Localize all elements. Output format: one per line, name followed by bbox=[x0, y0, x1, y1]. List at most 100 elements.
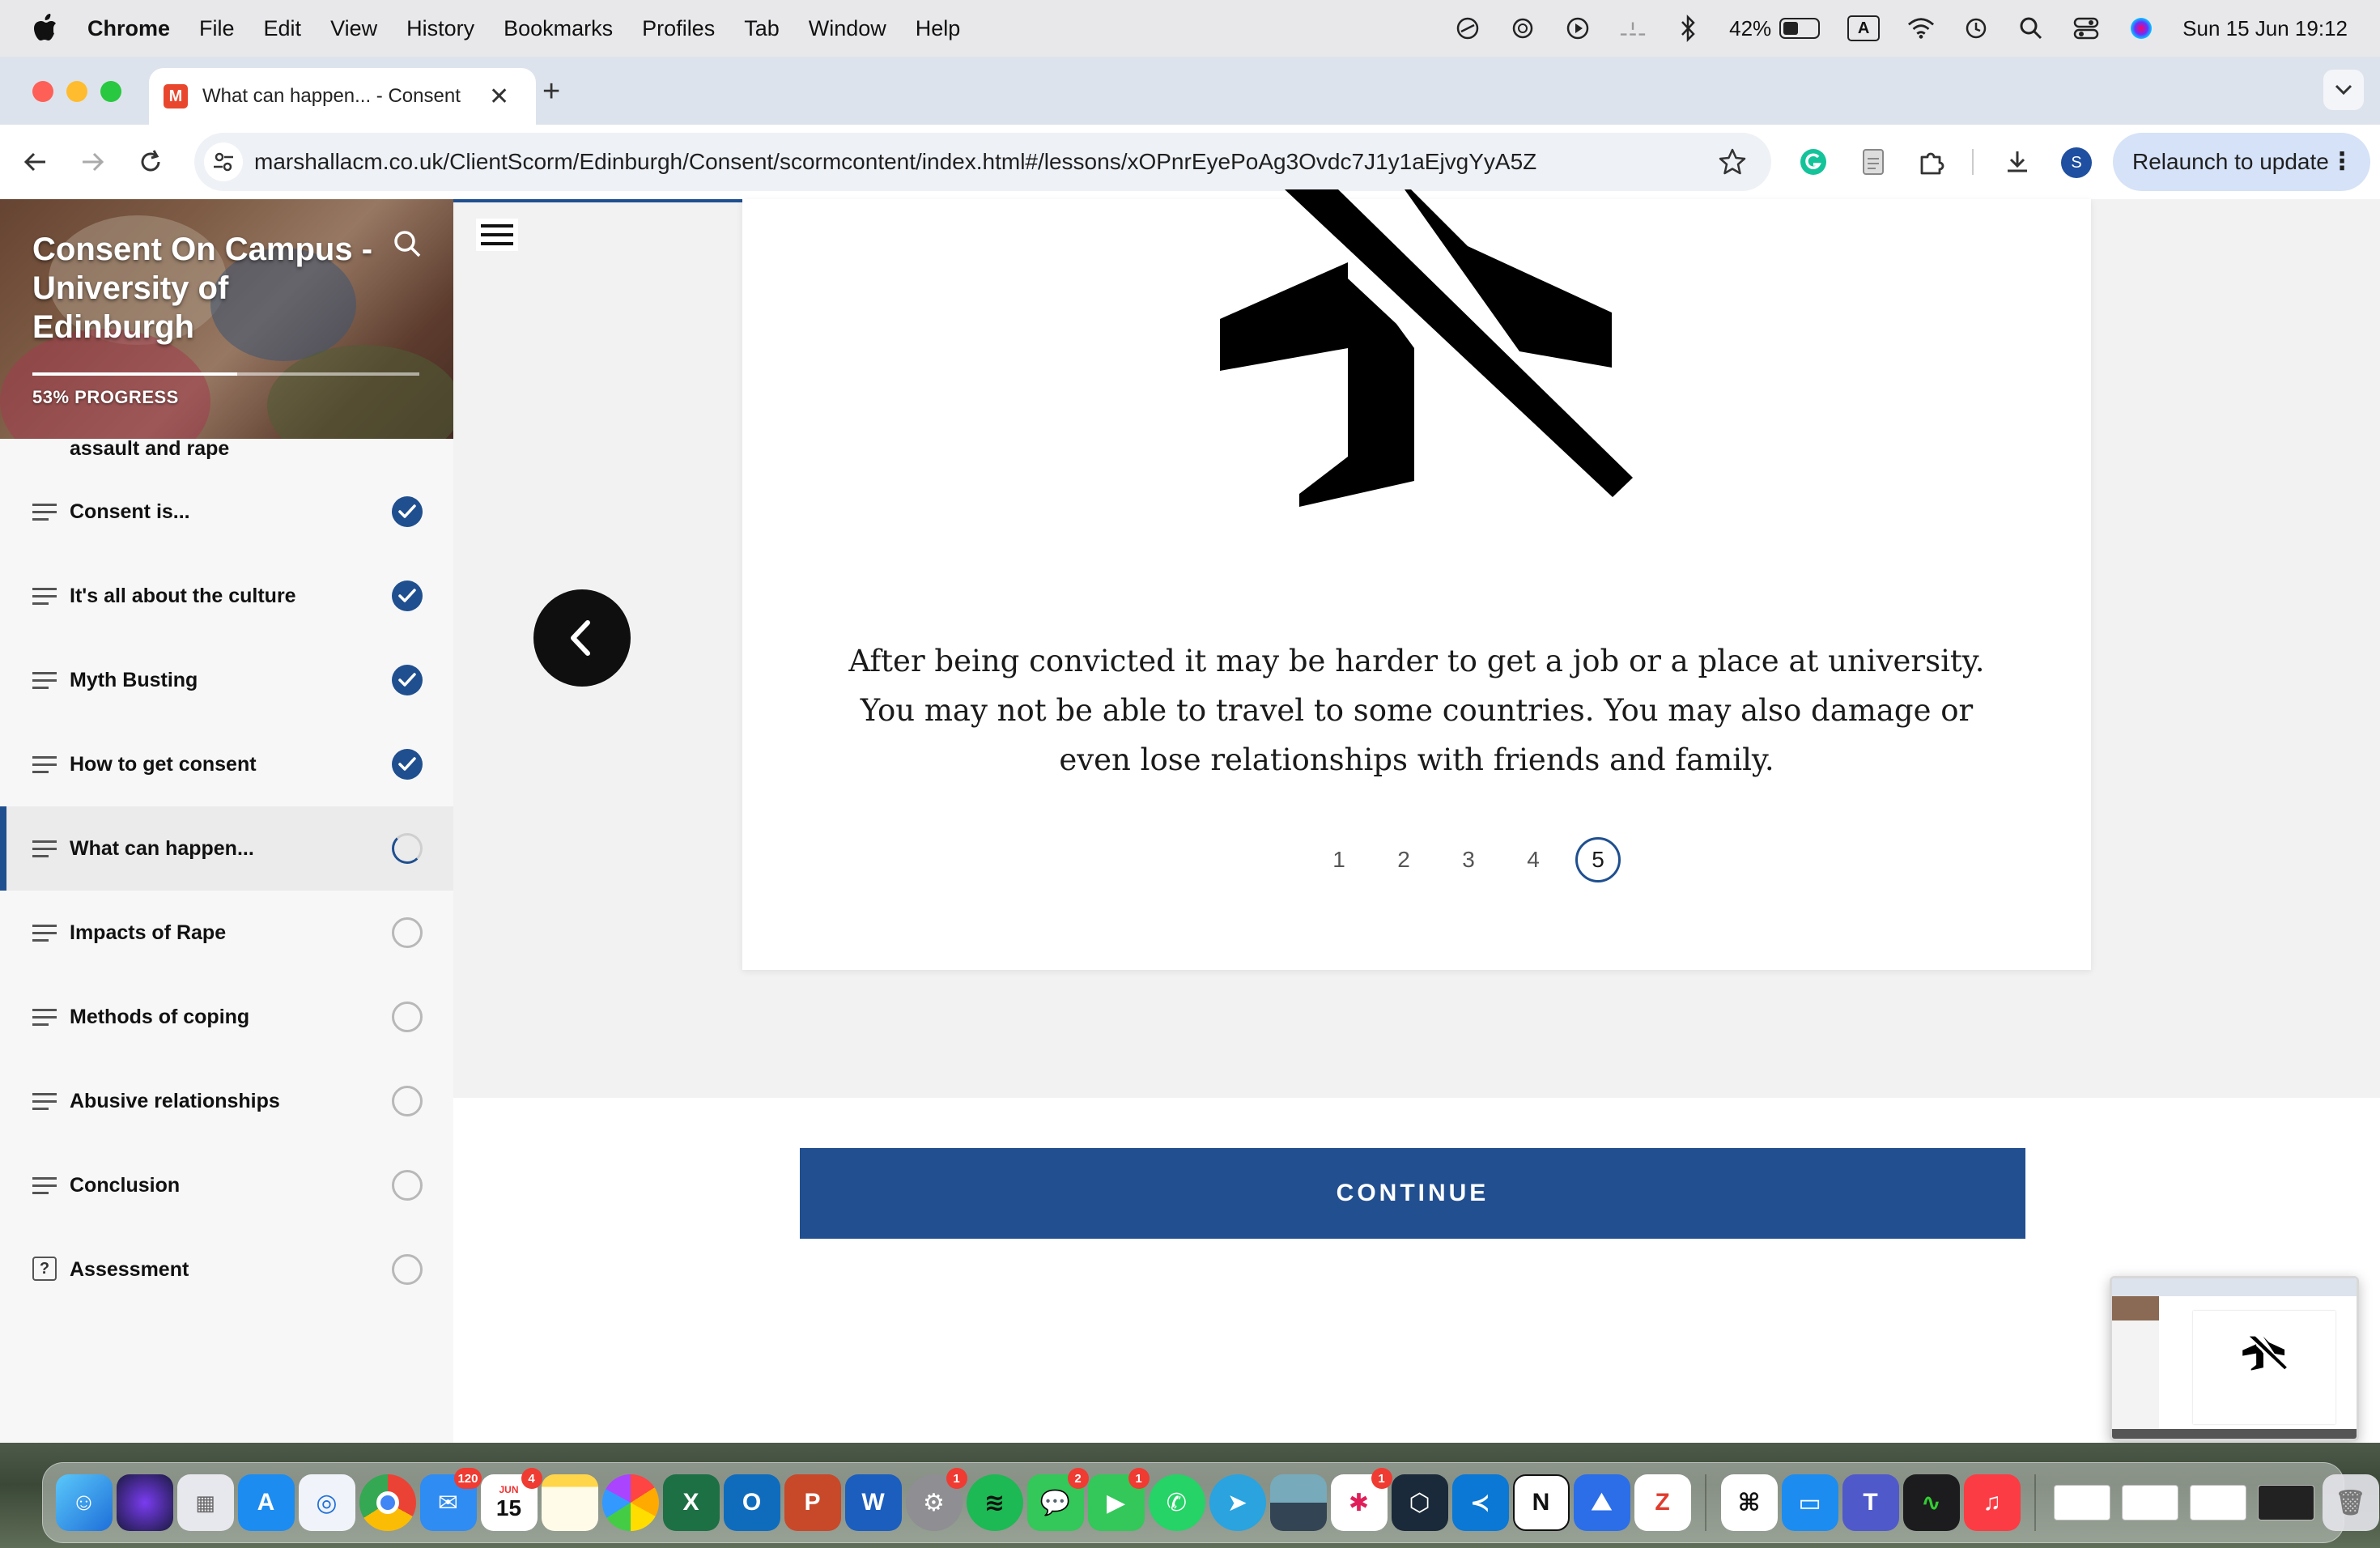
browser-tab-active[interactable]: M What can happen... - Consent ✕ bbox=[149, 68, 536, 125]
minimized-window-thumbnail[interactable] bbox=[2190, 1485, 2246, 1520]
photos-icon[interactable] bbox=[601, 1474, 659, 1531]
relaunch-to-update-button[interactable]: Relaunch to update ⋮ bbox=[2113, 133, 2370, 191]
activity-monitor-icon[interactable]: ∿ bbox=[1902, 1474, 1960, 1531]
extensions-puzzle-icon[interactable] bbox=[1912, 142, 1951, 181]
spotlight-search-icon[interactable] bbox=[2017, 15, 2045, 42]
minimized-window-thumbnail[interactable] bbox=[2258, 1485, 2314, 1520]
reader-extension-icon[interactable] bbox=[1854, 142, 1893, 181]
lesson-item[interactable]: Myth Busting bbox=[0, 638, 453, 722]
outlook-icon[interactable]: O bbox=[723, 1474, 780, 1531]
control-center-icon[interactable] bbox=[2072, 15, 2100, 42]
menu-app-name[interactable]: Chrome bbox=[87, 16, 170, 41]
input-source-icon[interactable]: A bbox=[1847, 15, 1881, 41]
messages-icon[interactable]: 💬 2 bbox=[1026, 1468, 1089, 1531]
previous-step-button[interactable] bbox=[533, 589, 631, 687]
menu-help[interactable]: Help bbox=[916, 16, 961, 41]
app-store-icon[interactable]: A bbox=[237, 1474, 295, 1531]
page-dot-3[interactable]: 3 bbox=[1446, 837, 1491, 882]
page-dot-4[interactable]: 4 bbox=[1511, 837, 1556, 882]
activity-icon[interactable] bbox=[1619, 15, 1647, 42]
lesson-item[interactable]: What can happen... bbox=[0, 806, 453, 891]
reload-button[interactable] bbox=[133, 144, 168, 180]
preview-icon[interactable] bbox=[1269, 1474, 1327, 1531]
address-bar[interactable]: marshallacm.co.uk/ClientScorm/Edinburgh/… bbox=[194, 133, 1771, 191]
close-tab-icon[interactable]: ✕ bbox=[489, 83, 509, 111]
minimize-window-button[interactable] bbox=[66, 81, 87, 102]
slack-icon[interactable]: ✱ 1 bbox=[1330, 1468, 1392, 1531]
more-vert-icon[interactable]: ⋮ bbox=[2330, 147, 2354, 176]
calendar-icon[interactable]: JUN 15 4 bbox=[480, 1468, 542, 1531]
bookmark-star-icon[interactable] bbox=[1718, 147, 1747, 181]
siri-icon[interactable] bbox=[2127, 15, 2155, 42]
trash-icon[interactable]: 🗑 bbox=[2322, 1474, 2379, 1531]
system-settings-icon[interactable]: ⚙ 1 bbox=[905, 1468, 967, 1531]
menu-profiles[interactable]: Profiles bbox=[642, 16, 715, 41]
clock[interactable]: Sun 15 Jun 19:12 bbox=[2182, 16, 2348, 41]
play-icon[interactable] bbox=[1564, 15, 1592, 42]
nordvpn-icon[interactable]: ⛰ bbox=[1573, 1474, 1630, 1531]
minimized-window-thumbnail[interactable] bbox=[2122, 1485, 2178, 1520]
page-dot-5[interactable]: 5 bbox=[1575, 837, 1621, 882]
safari-icon[interactable]: ◎ bbox=[298, 1474, 355, 1531]
new-tab-button[interactable]: + bbox=[542, 74, 560, 109]
telegram-icon[interactable]: ➤ bbox=[1209, 1474, 1266, 1531]
whatsapp-icon[interactable]: ✆ bbox=[1148, 1474, 1205, 1531]
tab-search-button[interactable] bbox=[2323, 70, 2364, 110]
zotero-icon[interactable]: Z bbox=[1634, 1474, 1691, 1531]
finder-icon[interactable]: ☺ bbox=[55, 1474, 113, 1531]
notes-icon[interactable] bbox=[541, 1474, 598, 1531]
lesson-item[interactable]: How to get consent bbox=[0, 722, 453, 806]
bluetooth-icon[interactable] bbox=[1674, 15, 1702, 42]
lesson-item[interactable]: ? Assessment bbox=[0, 1227, 453, 1312]
powerpoint-icon[interactable]: P bbox=[784, 1474, 841, 1531]
chatgpt-app-icon[interactable]: ⌘ bbox=[1720, 1474, 1778, 1531]
lesson-item[interactable]: Methods of coping bbox=[0, 975, 453, 1059]
menu-view[interactable]: View bbox=[330, 16, 377, 41]
lesson-item-partial-label[interactable]: assault and rape bbox=[70, 437, 229, 461]
music-icon[interactable]: ♫ bbox=[1963, 1474, 2021, 1531]
forward-button[interactable] bbox=[74, 144, 110, 180]
lesson-item[interactable]: Abusive relationships bbox=[0, 1059, 453, 1143]
menu-toggle-button[interactable] bbox=[476, 219, 518, 251]
site-info-button[interactable] bbox=[204, 142, 243, 181]
wifi-icon[interactable] bbox=[1907, 15, 1935, 42]
vscode-icon[interactable]: ≺ bbox=[1451, 1474, 1509, 1531]
zoom-window-button[interactable] bbox=[100, 81, 121, 102]
url-text[interactable]: marshallacm.co.uk/ClientScorm/Edinburgh/… bbox=[254, 133, 1536, 191]
menu-edit[interactable]: Edit bbox=[264, 16, 302, 41]
excel-icon[interactable]: X bbox=[662, 1474, 720, 1531]
chatgpt-icon[interactable] bbox=[1509, 15, 1536, 42]
word-icon[interactable]: W bbox=[844, 1474, 902, 1531]
lesson-item[interactable]: It's all about the culture bbox=[0, 554, 453, 638]
menu-bookmarks[interactable]: Bookmarks bbox=[504, 16, 613, 41]
apple-logo-icon[interactable] bbox=[32, 11, 58, 44]
menu-tab[interactable]: Tab bbox=[744, 16, 780, 41]
facetime-icon[interactable]: ▶ 1 bbox=[1087, 1468, 1150, 1531]
launchpad-icon[interactable]: ▦ bbox=[176, 1474, 234, 1531]
downloads-icon[interactable] bbox=[1998, 142, 2037, 181]
cursor-app-icon[interactable]: ⬡ bbox=[1391, 1474, 1448, 1531]
lesson-item[interactable]: Impacts of Rape bbox=[0, 891, 453, 975]
minimized-window-thumbnail[interactable] bbox=[2054, 1485, 2110, 1520]
notion-icon[interactable]: N bbox=[1512, 1474, 1570, 1531]
grammarly-extension-icon[interactable] bbox=[1794, 142, 1833, 181]
lesson-item[interactable]: Conclusion bbox=[0, 1143, 453, 1227]
continue-button[interactable]: CONTINUE bbox=[800, 1148, 2025, 1239]
back-button[interactable] bbox=[18, 144, 53, 180]
spotify-icon[interactable]: ≋ bbox=[966, 1474, 1023, 1531]
course-search-button[interactable] bbox=[392, 228, 423, 263]
page-dot-2[interactable]: 2 bbox=[1381, 837, 1426, 882]
menu-window[interactable]: Window bbox=[809, 16, 886, 41]
keynote-icon[interactable]: ▭ bbox=[1781, 1474, 1838, 1531]
chrome-icon[interactable] bbox=[359, 1474, 416, 1531]
menu-history[interactable]: History bbox=[406, 16, 474, 41]
battery-indicator[interactable]: 42% bbox=[1729, 16, 1821, 41]
siri-app-icon[interactable] bbox=[116, 1474, 173, 1531]
focus-icon[interactable] bbox=[1454, 15, 1481, 42]
lesson-item[interactable]: Consent is... bbox=[0, 470, 453, 554]
mail-icon[interactable]: ✉ 120 bbox=[419, 1468, 482, 1531]
profile-avatar[interactable]: S bbox=[2061, 147, 2092, 178]
page-dot-1[interactable]: 1 bbox=[1316, 837, 1362, 882]
time-machine-icon[interactable] bbox=[1962, 15, 1990, 42]
close-window-button[interactable] bbox=[32, 81, 53, 102]
